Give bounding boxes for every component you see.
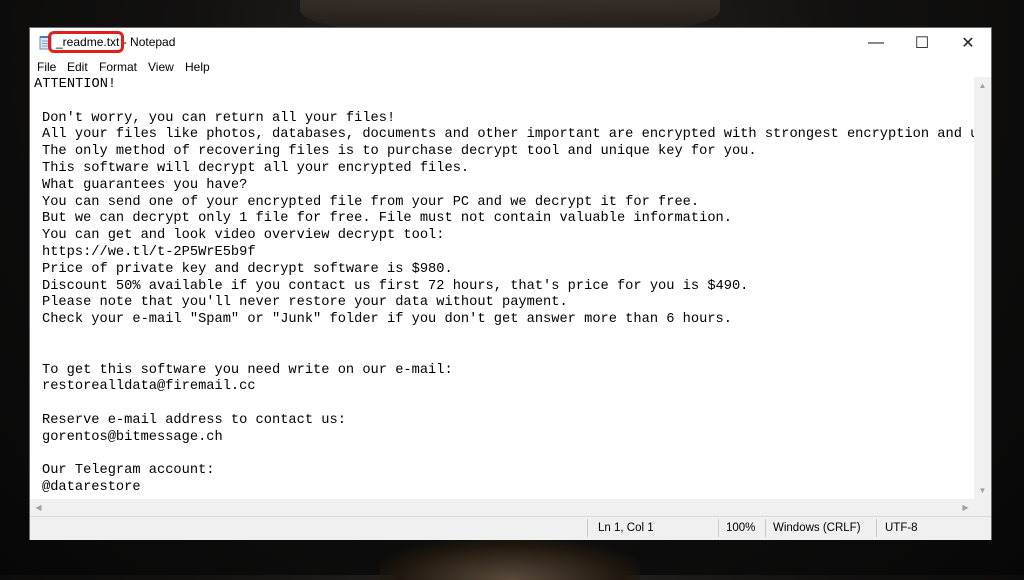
text-line: All your files like photos, databases, d… — [42, 127, 974, 143]
file-name-highlight-annotation — [48, 31, 124, 53]
status-bar: Ln 1, Col 1 100% Windows (CRLF) UTF-8 — [30, 516, 991, 540]
text-line: Don't worry, you can return all your fil… — [42, 110, 396, 126]
status-divider — [718, 519, 719, 537]
status-divider — [587, 519, 588, 537]
text-line — [30, 346, 974, 363]
text-line — [30, 396, 974, 413]
text-line: Price of private key and decrypt softwar… — [42, 261, 453, 277]
encoding: UTF-8 — [885, 522, 918, 534]
text-line — [30, 447, 974, 464]
text-line: Please note that you'll never restore yo… — [42, 295, 568, 311]
close-icon: ✕ — [961, 34, 975, 52]
chevron-up-icon[interactable]: ▲ — [974, 77, 991, 94]
maximize-icon: ☐ — [914, 34, 930, 52]
text-line: gorentos@bitmessage.ch — [42, 429, 223, 445]
text-line: What guarantees you have? — [42, 177, 248, 193]
menu-help[interactable]: Help — [185, 60, 210, 74]
horizontal-scrollbar[interactable]: ◀ ▶ — [30, 499, 974, 516]
text-line: Check your e-mail "Spam" or "Junk" folde… — [42, 312, 732, 328]
status-divider — [765, 519, 766, 537]
background-bottom-decoration — [380, 540, 640, 580]
text-line — [30, 94, 974, 111]
maximize-button[interactable]: ☐ — [899, 28, 945, 57]
vertical-scrollbar[interactable]: ▲ ▼ — [974, 77, 991, 499]
text-line: The only method of recovering files is t… — [42, 144, 757, 160]
menu-bar: File Edit Format View Help — [30, 57, 991, 77]
text-line: You can get and look video overview decr… — [42, 228, 445, 244]
title-app-name: - Notepad — [119, 35, 176, 49]
menu-view[interactable]: View — [148, 60, 174, 74]
text-line: You can send one of your encrypted file … — [42, 194, 700, 210]
text-line — [30, 329, 974, 346]
menu-format[interactable]: Format — [99, 60, 137, 74]
notepad-window: _readme.txt - Notepad — ☐ ✕ File Edit Fo… — [30, 28, 991, 540]
text-line: But we can decrypt only 1 file for free.… — [42, 211, 732, 227]
title-bar[interactable]: _readme.txt - Notepad — ☐ ✕ — [30, 28, 991, 57]
text-line: Reserve e-mail address to contact us: — [42, 412, 346, 428]
chevron-left-icon[interactable]: ◀ — [30, 499, 47, 516]
text-line: To get this software you need write on o… — [42, 362, 453, 378]
text-line: @datarestore — [42, 480, 141, 496]
text-line: Discount 50% available if you contact us… — [42, 278, 749, 294]
text-editor[interactable]: ATTENTION! Don't worry, you can return a… — [30, 77, 974, 499]
menu-file[interactable]: File — [37, 60, 56, 74]
minimize-icon: — — [868, 33, 884, 51]
status-divider — [876, 519, 877, 537]
text-line: ATTENTION! — [34, 77, 117, 92]
cursor-position: Ln 1, Col 1 — [598, 522, 654, 534]
line-ending: Windows (CRLF) — [773, 522, 861, 534]
zoom-level: 100% — [726, 522, 756, 534]
menu-edit[interactable]: Edit — [67, 60, 88, 74]
text-line: This software will decrypt all your encr… — [42, 160, 470, 176]
text-line: restorealldata@firemail.cc — [42, 379, 256, 395]
chevron-down-icon[interactable]: ▼ — [974, 482, 991, 499]
scrollbar-corner — [974, 499, 991, 516]
text-line: https://we.tl/t-2P5WrE5b9f — [42, 244, 256, 260]
chevron-right-icon[interactable]: ▶ — [957, 499, 974, 516]
text-line: Our Telegram account: — [42, 463, 215, 479]
close-button[interactable]: ✕ — [945, 28, 991, 57]
minimize-button[interactable]: — — [853, 28, 899, 57]
